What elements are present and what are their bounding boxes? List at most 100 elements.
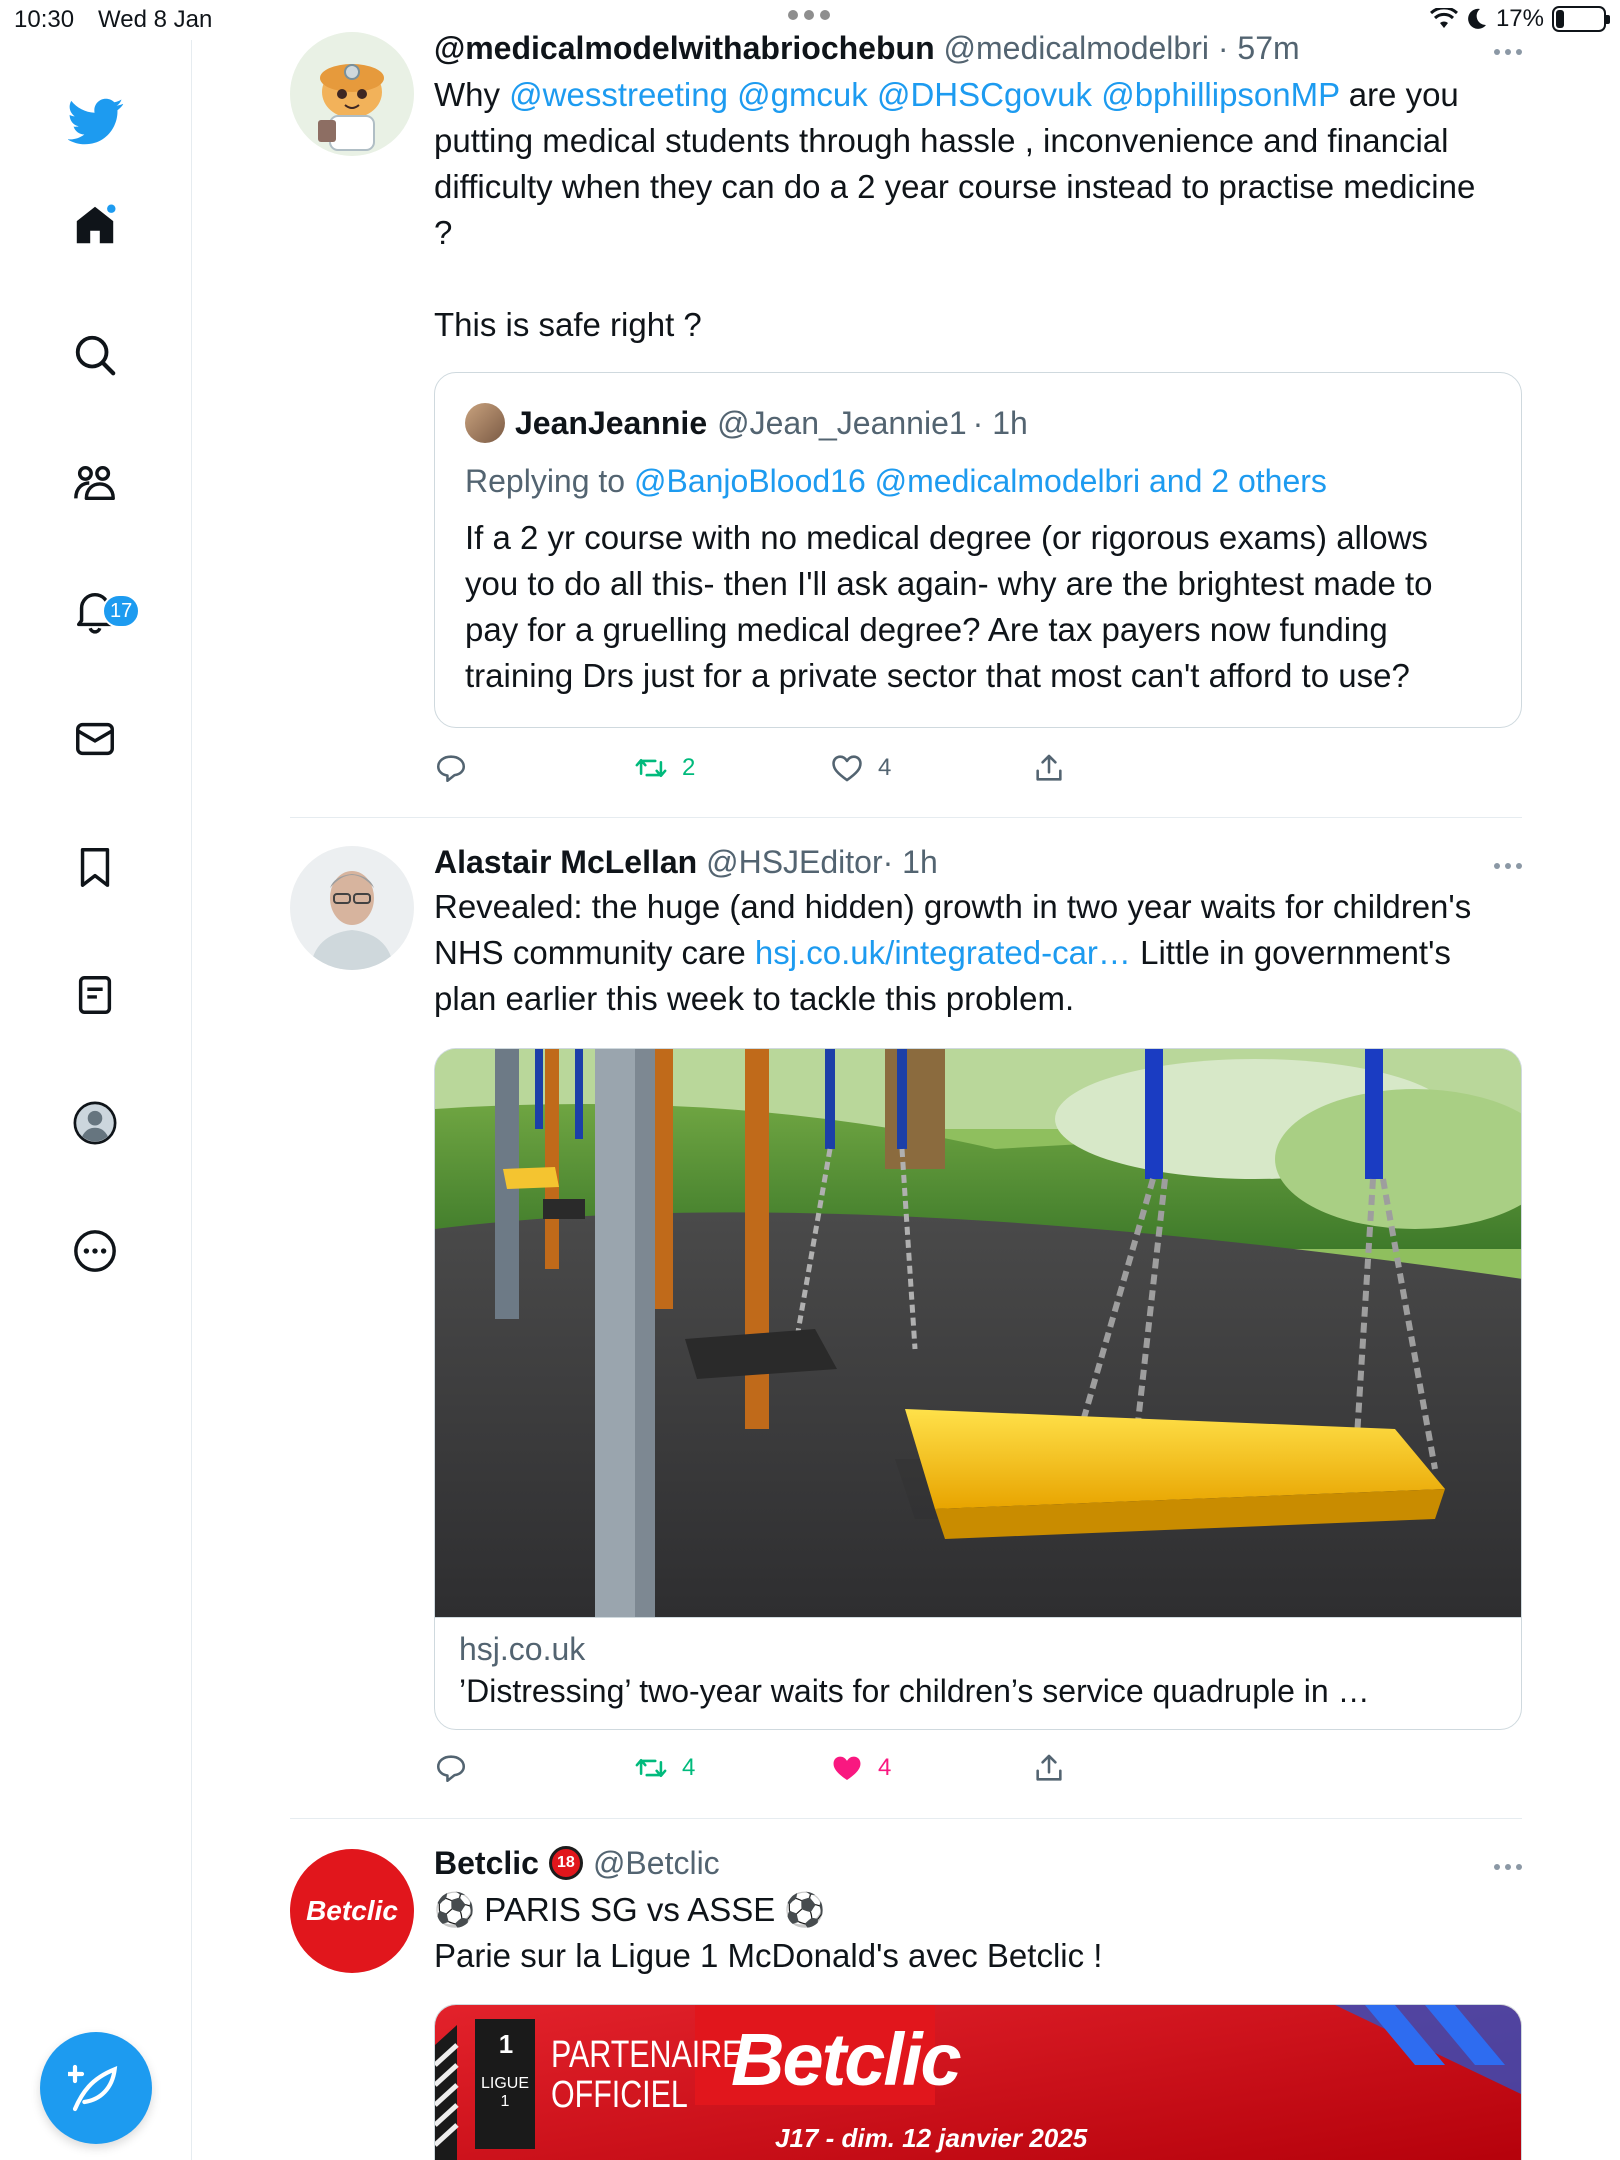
tweet-header: Alastair McLellan @HSJEditor· 1h	[434, 842, 1522, 882]
tweet-header: @medicalmodelwithabriochebun @medicalmod…	[434, 28, 1522, 68]
share-icon	[1036, 1754, 1062, 1781]
more-icon[interactable]	[70, 1226, 120, 1276]
retweet-icon	[635, 1758, 667, 1778]
text-line: putting medical students through hassle …	[434, 122, 1449, 159]
ad-partner: PARTENAIRE OFFICIEL	[551, 2035, 742, 2115]
text-line: If a 2 yr course with no medical degree …	[465, 519, 1428, 556]
retweet-button[interactable]: 4	[634, 1748, 695, 1788]
age-restriction-icon: 18	[548, 1846, 583, 1880]
avatar[interactable]	[290, 32, 414, 156]
tweet-text: Revealed: the huge (and hidden) growth i…	[434, 884, 1522, 1022]
replying-label: Replying to	[465, 463, 626, 499]
link-card-domain: hsj.co.uk	[459, 1631, 586, 1667]
retweet-icon	[635, 758, 667, 778]
author-handle[interactable]: @medicalmodelbri	[944, 30, 1209, 66]
profile-icon[interactable]	[70, 1098, 120, 1148]
text-line: plan earlier this week to tackle this pr…	[434, 980, 1075, 1017]
ad-partner-line: OFFICIEL	[551, 2074, 688, 2116]
link-card-image[interactable]	[435, 1049, 1521, 1617]
battery-icon	[1552, 6, 1610, 32]
tweet-more-button[interactable]	[1482, 856, 1522, 876]
quote-author-name: JeanJeannie	[515, 404, 708, 441]
tweet-more-button[interactable]	[1482, 42, 1522, 62]
quoted-tweet[interactable]: JeanJeannie @Jean_Jeannie1 · 1h Replying…	[434, 372, 1522, 728]
share-icon	[1036, 754, 1062, 781]
tweet-actions: 4 4	[434, 1748, 1522, 1788]
text-segment: Why	[434, 76, 510, 113]
text-segment: are you	[1339, 76, 1459, 113]
tweet-time[interactable]: · 1h	[883, 844, 938, 880]
bookmarks-icon[interactable]	[70, 842, 120, 892]
mentions-link[interactable]: @wesstreeting @gmcuk @DHSCgovuk @bphilli…	[509, 76, 1339, 113]
text-line: you to do all this- then I'll ask again-…	[465, 565, 1433, 602]
replying-to: Replying to @BanjoBlood16 @medicalmodelb…	[465, 461, 1327, 501]
status-date: Wed 8 Jan	[98, 6, 213, 33]
tweet-header: Betclic 18 @Betclic	[434, 1843, 1522, 1883]
text-line: difficulty when they can do a 2 year cou…	[434, 168, 1476, 205]
tweet[interactable]: Alastair McLellan @HSJEditor· 1h Reveale…	[290, 818, 1522, 1814]
avatar[interactable]	[290, 846, 414, 970]
sidebar: 17	[0, 40, 192, 2160]
author-handle[interactable]: @HSJEditor	[706, 844, 883, 880]
retweet-count: 4	[682, 1754, 696, 1781]
share-button[interactable]	[1032, 748, 1066, 788]
quote-time: · 1h	[972, 404, 1028, 441]
retweet-button[interactable]: 2	[634, 748, 695, 788]
tweet-text: ⚽ PARIS SG vs ASSE ⚽ Parie sur la Ligue …	[434, 1887, 1522, 1979]
tweet-more-button[interactable]	[1482, 1857, 1522, 1877]
quote-author-handle: @Jean_Jeannie1	[717, 404, 967, 441]
text-line: Revealed: the huge (and hidden) growth i…	[434, 888, 1472, 925]
twitter-logo-icon[interactable]	[66, 90, 126, 150]
link-card-title: ’Distressing’ two-year waits for childre…	[459, 1673, 1370, 1709]
text-segment: Little in government's	[1130, 934, 1451, 971]
ad-media[interactable]: 1 LIGUE 1 PARTENAIRE OFFICIEL Betclic J1…	[434, 2004, 1522, 2160]
author-handle[interactable]: @Betclic	[593, 1843, 720, 1883]
compose-feather-icon	[68, 2064, 118, 2112]
ad-partner-line: PARTENAIRE	[551, 2034, 743, 2076]
article-link[interactable]: hsj.co.uk/integrated-car…	[755, 934, 1131, 971]
author-name[interactable]: Alastair McLellan	[434, 844, 697, 880]
tweet-actions: 2 4	[434, 748, 1522, 788]
heart-icon	[832, 755, 862, 782]
avatar[interactable]: Betclic	[290, 1849, 414, 1973]
reply-icon	[436, 755, 466, 783]
tweet-time[interactable]: · 57m	[1218, 30, 1300, 66]
search-icon[interactable]	[70, 330, 120, 380]
like-count: 4	[878, 754, 892, 781]
tweet[interactable]: @medicalmodelwithabriochebun @medicalmod…	[290, 0, 1522, 810]
like-count: 4	[878, 1754, 892, 1781]
replying-to-link[interactable]: @BanjoBlood16 @medicalmodelbri and 2 oth…	[634, 463, 1327, 499]
text-segment: NHS community care	[434, 934, 755, 971]
home-icon[interactable]	[70, 200, 120, 250]
text-line: ?	[434, 214, 453, 251]
communities-icon[interactable]	[70, 458, 120, 508]
like-button[interactable]: 4	[830, 748, 891, 788]
status-time: 10:30	[14, 6, 75, 33]
reply-icon	[436, 1755, 466, 1783]
retweet-count: 2	[682, 754, 696, 781]
ad-ligue: LIGUE 1	[480, 2075, 529, 2110]
ligue1-logo-icon: 1	[498, 2029, 514, 2059]
lists-icon[interactable]	[70, 970, 120, 1020]
tweet[interactable]: Betclic Betclic 18 @Betclic ⚽ PARIS SG v…	[290, 1819, 1522, 2160]
author-name[interactable]: @medicalmodelwithabriochebun	[434, 30, 935, 66]
author-name[interactable]: Betclic	[434, 1843, 539, 1883]
compose-tweet-button[interactable]	[40, 2032, 152, 2144]
quote-avatar	[465, 403, 505, 443]
notifications-badge: 17	[102, 594, 141, 628]
reply-button[interactable]	[434, 1748, 468, 1788]
ad-date: J17 - dim. 12 janvier 2025	[775, 2123, 1088, 2153]
link-card[interactable]: hsj.co.uk ’Distressing’ two-year waits f…	[434, 1048, 1522, 1730]
text-line: pay for a gruelling medical degree? Are …	[465, 611, 1388, 648]
text-line: training Drs just for a private sector t…	[465, 657, 1410, 694]
text-line: Parie sur la Ligue 1 McDonald's avec Bet…	[434, 1937, 1103, 1974]
text-line: This is safe right ?	[434, 306, 702, 343]
like-button[interactable]: 4	[830, 1748, 891, 1788]
tweet-text: Why @wesstreeting @gmcuk @DHSCgovuk @bph…	[434, 72, 1522, 348]
share-button[interactable]	[1032, 1748, 1066, 1788]
reply-button[interactable]	[434, 748, 468, 788]
avatar-brand-text: Betclic	[306, 1895, 398, 1926]
text-line: ⚽ PARIS SG vs ASSE ⚽	[434, 1891, 826, 1928]
messages-icon[interactable]	[70, 714, 120, 764]
quote-text: If a 2 yr course with no medical degree …	[465, 515, 1433, 699]
